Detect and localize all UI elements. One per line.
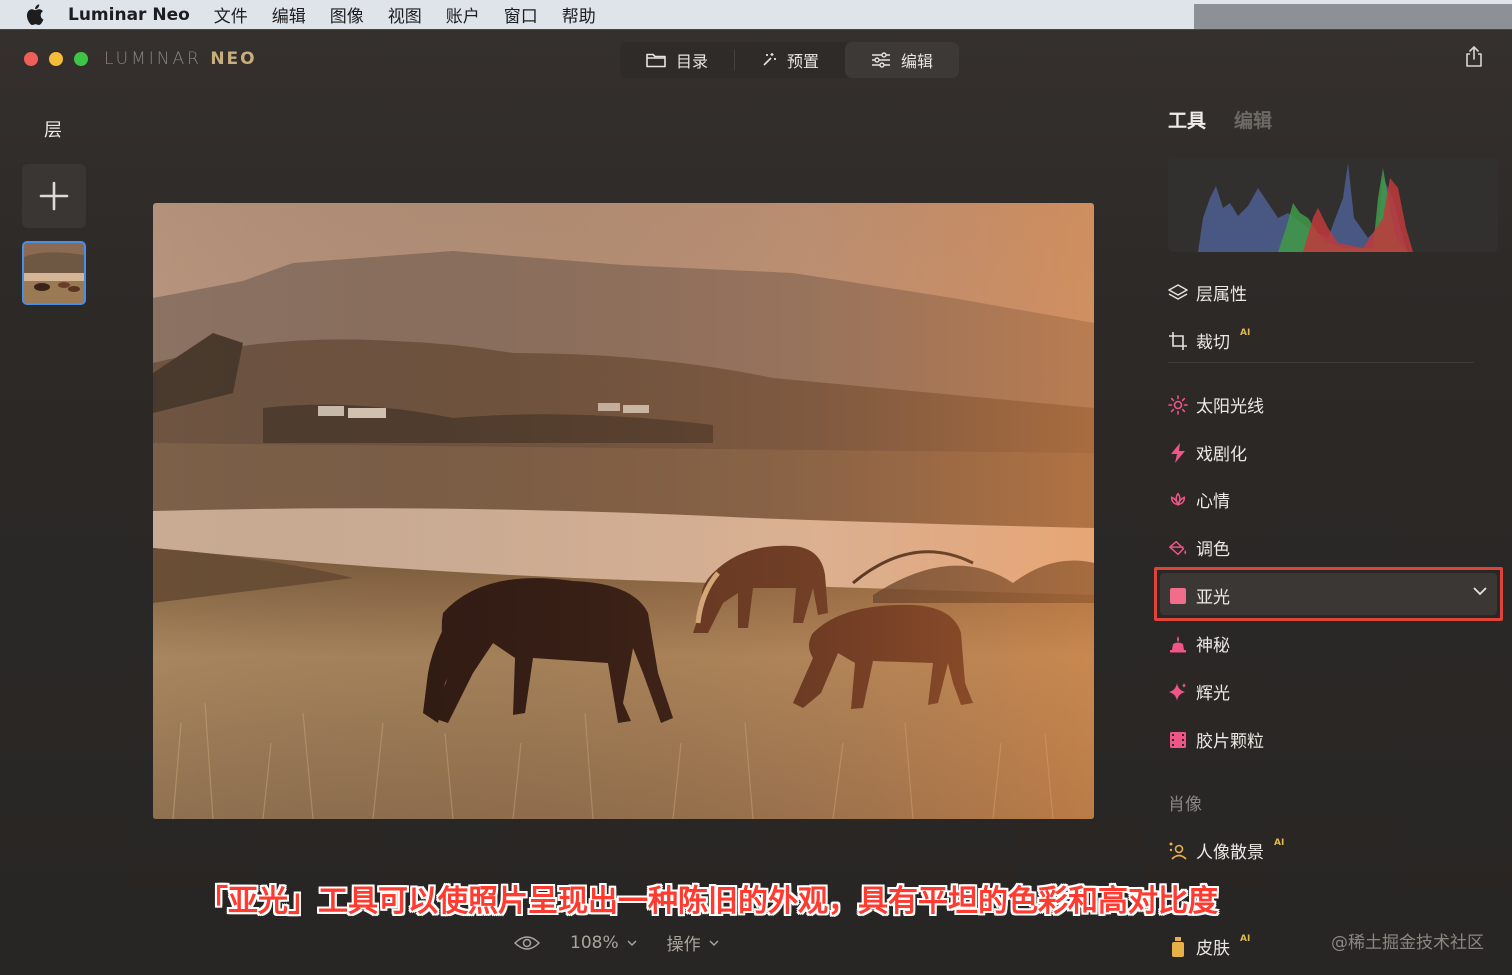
tool-label: 胶片颗粒 bbox=[1196, 732, 1264, 752]
tool-label: 调色 bbox=[1196, 540, 1230, 560]
tool-layer-properties[interactable]: 层属性 bbox=[1168, 280, 1247, 305]
ai-badge: AI bbox=[1240, 327, 1251, 338]
film-icon bbox=[1168, 730, 1188, 750]
tab-presets-label: 预置 bbox=[787, 52, 820, 71]
tab-edit[interactable]: 编辑 bbox=[845, 42, 960, 78]
portrait-bokeh-icon bbox=[1168, 841, 1188, 861]
tab-edits[interactable]: 编辑 bbox=[1234, 106, 1272, 133]
section-divider bbox=[1168, 362, 1474, 363]
tab-catalog[interactable]: 目录 bbox=[620, 42, 734, 78]
menu-edit[interactable]: 编辑 bbox=[272, 2, 306, 27]
skin-bottle-icon bbox=[1168, 936, 1188, 957]
window-controls bbox=[24, 52, 88, 66]
tool-skin[interactable]: 皮肤 AI bbox=[1168, 934, 1250, 959]
tool-mood[interactable]: 心情 bbox=[1168, 487, 1230, 512]
share-icon[interactable] bbox=[1464, 46, 1484, 68]
layers-icon bbox=[1168, 283, 1188, 303]
menubar-status-area bbox=[1194, 4, 1512, 29]
tab-presets[interactable]: 预置 bbox=[735, 42, 845, 78]
menu-image[interactable]: 图像 bbox=[330, 2, 364, 27]
tool-sun-rays[interactable]: 太阳光线 bbox=[1168, 392, 1264, 417]
zoom-button[interactable] bbox=[74, 52, 88, 66]
tab-tools[interactable]: 工具 bbox=[1168, 106, 1206, 133]
lightning-icon bbox=[1168, 442, 1188, 463]
tool-portrait-bokeh[interactable]: 人像散景 AI bbox=[1168, 838, 1284, 863]
tool-label: 人像散景 bbox=[1196, 843, 1264, 863]
section-portrait: 肖像 bbox=[1168, 795, 1202, 815]
menu-app-name[interactable]: Luminar Neo bbox=[68, 5, 190, 25]
tool-color-toning[interactable]: 调色 bbox=[1168, 535, 1230, 560]
minimize-button[interactable] bbox=[49, 52, 63, 66]
app-logo: LUMINAR NEO bbox=[104, 49, 257, 69]
menu-window[interactable]: 窗口 bbox=[504, 2, 538, 27]
caption-overlay: 「亚光」工具可以使照片呈现出一种陈旧的外观，具有平坦的色彩和高对比度 bbox=[198, 884, 1218, 919]
magic-wand-icon bbox=[763, 53, 777, 66]
paint-bucket-icon bbox=[1168, 538, 1188, 558]
tab-edit-label: 编辑 bbox=[901, 52, 934, 71]
tool-label: 心情 bbox=[1196, 492, 1230, 512]
tool-dramatic[interactable]: 戏剧化 bbox=[1168, 440, 1247, 465]
sparkle-icon bbox=[1168, 682, 1188, 702]
tool-label: 神秘 bbox=[1196, 636, 1230, 656]
zoom-dropdown[interactable]: 108% bbox=[570, 933, 637, 953]
layers-title: 层 bbox=[44, 120, 62, 141]
tool-label: 皮肤 bbox=[1196, 939, 1230, 959]
right-panel-tabs: 工具 编辑 bbox=[1168, 106, 1272, 133]
tool-glow[interactable]: 辉光 bbox=[1168, 679, 1230, 704]
folder-icon bbox=[646, 53, 666, 68]
add-layer-button[interactable] bbox=[22, 164, 86, 228]
menu-view[interactable]: 视图 bbox=[388, 2, 422, 27]
tool-label: 裁切 bbox=[1196, 333, 1230, 353]
eye-icon bbox=[514, 935, 540, 950]
tab-catalog-label: 目录 bbox=[676, 52, 709, 71]
mystic-icon bbox=[1168, 634, 1188, 654]
bottom-toolbar: 108% 操作 bbox=[514, 930, 719, 955]
tool-label: 戏剧化 bbox=[1196, 445, 1247, 465]
tool-mystical[interactable]: 神秘 bbox=[1168, 631, 1230, 656]
tool-label: 太阳光线 bbox=[1196, 397, 1264, 417]
close-button[interactable] bbox=[24, 52, 38, 66]
menu-file[interactable]: 文件 bbox=[214, 2, 248, 27]
lotus-icon bbox=[1168, 490, 1188, 510]
main-photo-canvas[interactable] bbox=[153, 203, 1094, 819]
tool-film-grain[interactable]: 胶片颗粒 bbox=[1168, 727, 1264, 752]
chevron-down-icon bbox=[627, 940, 637, 946]
watermark: @稀土掘金技术社区 bbox=[1331, 933, 1484, 953]
apple-icon[interactable] bbox=[24, 4, 46, 26]
histogram bbox=[1168, 158, 1498, 252]
sun-icon bbox=[1168, 394, 1188, 415]
app-window: LUMINAR NEO 目录 预置 编辑 层 108% 操作 @稀土掘金技术社区… bbox=[0, 29, 1512, 975]
plus-icon bbox=[39, 181, 69, 211]
menu-account[interactable]: 账户 bbox=[446, 2, 480, 27]
preview-toggle[interactable] bbox=[514, 935, 540, 951]
menu-help[interactable]: 帮助 bbox=[562, 2, 596, 27]
actions-label: 操作 bbox=[666, 935, 701, 955]
tool-crop[interactable]: 裁切 AI bbox=[1168, 328, 1250, 353]
chevron-down-icon bbox=[709, 940, 719, 946]
ai-badge: AI bbox=[1274, 837, 1285, 848]
menu-bar: Luminar Neo 文件 编辑 图像 视图 账户 窗口 帮助 bbox=[0, 0, 1512, 29]
layer-thumbnail[interactable] bbox=[22, 241, 86, 305]
crop-icon bbox=[1168, 331, 1188, 351]
tool-label: 辉光 bbox=[1196, 684, 1230, 704]
zoom-level: 108% bbox=[570, 932, 619, 953]
logo-text-right: NEO bbox=[210, 49, 257, 69]
actions-dropdown[interactable]: 操作 bbox=[667, 930, 719, 955]
logo-text-left: LUMINAR bbox=[104, 49, 202, 69]
sliders-icon bbox=[872, 52, 891, 68]
highlight-box bbox=[1154, 567, 1503, 621]
ai-badge: AI bbox=[1240, 933, 1251, 944]
top-navigation: 目录 预置 编辑 bbox=[620, 42, 960, 78]
tool-label: 层属性 bbox=[1196, 285, 1247, 305]
